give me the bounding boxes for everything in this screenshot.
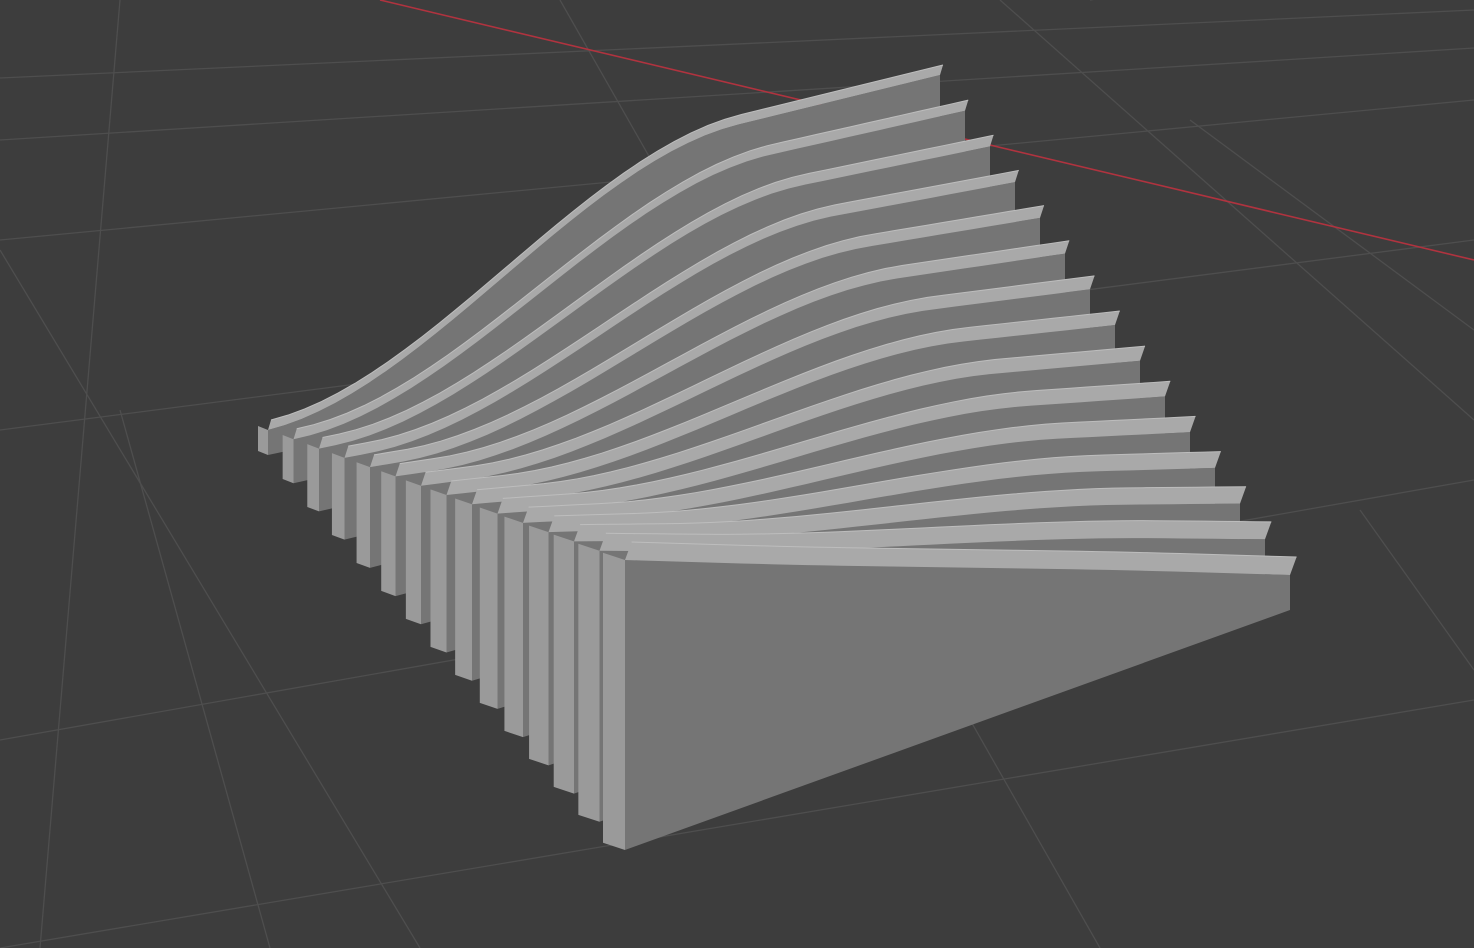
fin-side-face: [356, 462, 370, 568]
fin-side-face: [529, 525, 549, 766]
fin-side-face: [455, 498, 472, 681]
fin-side-face: [479, 507, 498, 709]
parametric-ribs-mesh[interactable]: [258, 64, 1297, 850]
grid-line: [1189, 119, 1474, 331]
grid-line: [119, 409, 271, 948]
fin-side-face: [504, 516, 523, 738]
fin-side-face: [405, 480, 421, 625]
fin-side-face: [307, 444, 319, 512]
fin-side-face: [578, 543, 600, 822]
grid-line: [1359, 509, 1474, 671]
mesh-fin[interactable]: [603, 541, 1297, 850]
fin-side-face: [553, 534, 574, 794]
fin-side-face: [603, 552, 625, 850]
fin-side-face: [430, 489, 447, 653]
3d-viewport[interactable]: [0, 0, 1474, 948]
fin-front-face: [625, 560, 1290, 850]
fin-side-face: [381, 471, 396, 597]
fin-side-face: [331, 453, 345, 540]
grid-line: [0, 9, 1474, 79]
fin-side-face: [258, 426, 268, 455]
viewport-canvas[interactable]: [0, 0, 1474, 948]
fin-side-face: [282, 435, 294, 484]
grid-line: [0, 249, 421, 948]
grid-line: [39, 0, 121, 948]
